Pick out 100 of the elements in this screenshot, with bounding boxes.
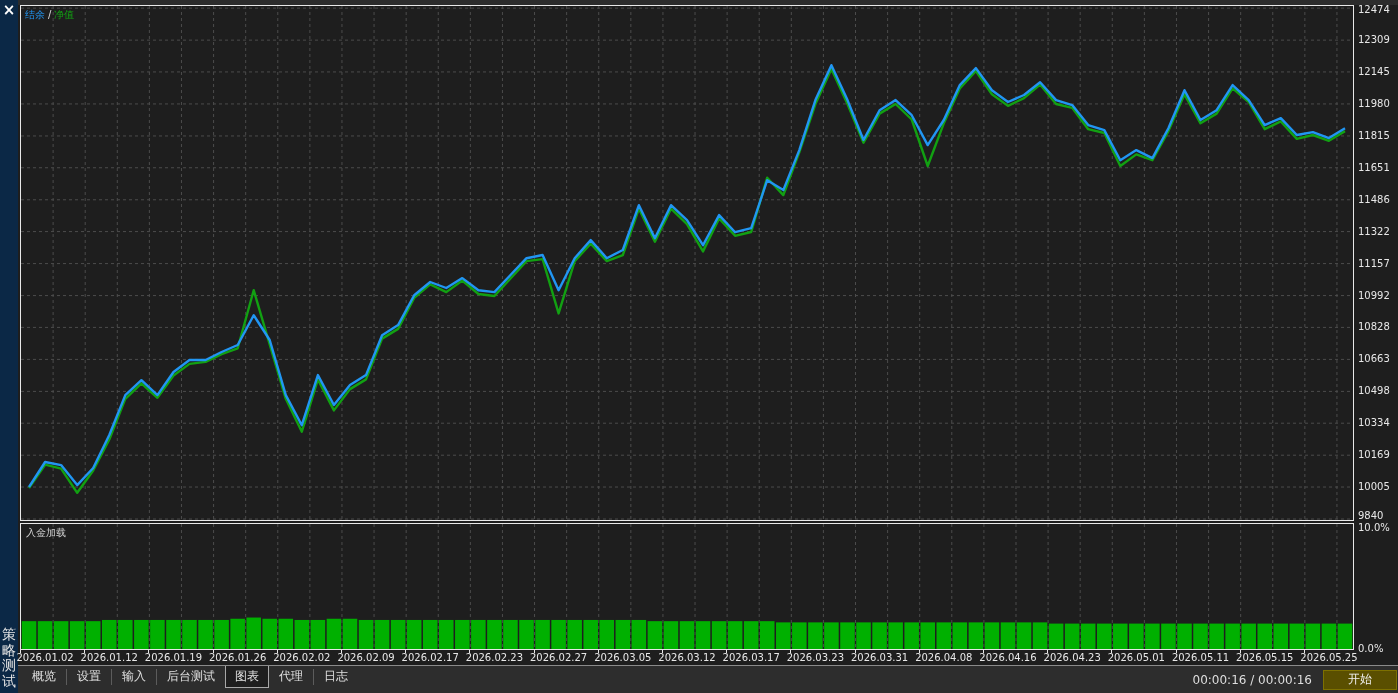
legend-label: 结余 [25,9,45,21]
date-label: 2026.02.09 [337,652,395,664]
date-label: 2026.02.17 [401,652,459,664]
deposit-load-bar [615,619,631,649]
deposit-load-bar [85,621,101,649]
axis-label: 10992 [1358,290,1390,301]
deposit-load-bar [1161,623,1176,649]
deposit-load-bar [182,619,197,649]
deposit-load-bar [53,621,69,649]
axis-label: 11980 [1358,98,1390,109]
close-button[interactable]: × [1,2,17,18]
deposit-load-bar [342,618,358,649]
deposit-load-bar [599,619,615,649]
date-label: 2026.04.23 [1043,652,1101,664]
tab[interactable]: 日志 [314,666,358,688]
axis-label: 11157 [1358,258,1390,269]
deposit-load-bar [1321,623,1337,649]
date-label: 2026.02.02 [273,652,331,664]
date-label: 2026.03.31 [850,652,909,664]
deposit-load-bar [1241,623,1256,649]
deposit-load-bar [1177,623,1192,649]
deposit-load-bar [872,622,887,649]
date-label: 2026.03.05 [594,652,652,664]
axis-label: 10663 [1358,354,1390,365]
date-label: 2026.01.02 [16,652,74,664]
deposit-load-bar [1225,623,1240,649]
deposit-load-bar [631,619,647,649]
deposit-load-bar [198,619,213,649]
deposit-load-bar [1289,623,1305,649]
deposit-load-bar [37,621,53,649]
date-label: 2026.01.26 [209,652,267,664]
deposit-load-bar [567,619,582,649]
deposit-load-bar [278,618,294,649]
axis-label: 9840 [1358,511,1384,521]
deposit-load-bar [888,622,903,649]
tab[interactable]: 代理 [269,666,313,688]
date-label: 2026.05.01 [1107,652,1165,664]
elapsed-time: 00:00:16 / 00:00:16 [1192,672,1312,687]
deposit-load-bar [310,619,326,649]
axis-label: 10.0% [1358,523,1390,533]
deposit-load-bar [711,621,727,649]
deposit-load-bar [150,619,165,649]
date-label: 2026.03.12 [658,652,716,664]
deposit-load-bar [1337,623,1353,649]
deposit-load-bar [1113,623,1128,649]
deposit-load-bar [69,621,85,649]
deposit-load-bar [695,621,711,649]
axis-label: 10169 [1358,450,1390,461]
deposit-load-bar [1129,623,1144,649]
deposit-load-bar [21,621,37,649]
deposit-load-bar [487,619,502,649]
axis-label: 10334 [1358,418,1390,429]
deposit-load-bar [1257,623,1272,649]
date-label: 2026.03.17 [722,652,780,664]
date-label: 2026.04.08 [915,652,973,664]
axis-label: 12145 [1358,66,1390,77]
axis-label: 11322 [1358,226,1390,237]
tab[interactable]: 概览 [22,666,66,688]
tab[interactable]: 后台测试 [157,666,225,688]
deposit-load-bar [551,619,566,649]
deposit-load-bar [647,621,663,649]
date-label: 2026.05.25 [1300,652,1358,664]
deposit-load-bar [1209,623,1224,649]
deposit-load-bar [583,619,598,649]
deposit-load-bar [904,622,919,649]
axis-label: 10828 [1358,322,1390,333]
deposit-load-bar [214,619,229,649]
deposit-load-bar [743,621,759,649]
axis-label: 11651 [1358,162,1390,173]
deposit-load-bar [727,621,743,649]
deposit-load-bar [792,622,807,649]
legend-separator: / [48,9,52,21]
deposit-load-bar [1016,622,1032,649]
tab[interactable]: 图表 [225,666,269,688]
panel-title: 策略测试 [2,627,16,689]
tab[interactable]: 设置 [67,666,111,688]
date-label: 2026.03.23 [786,652,844,664]
deposit-load-bar [455,619,470,649]
deposit-load-bar [390,619,406,649]
date-label: 2026.05.11 [1171,652,1230,664]
deposit-load-bar [920,622,935,649]
deposit-load-bar [294,619,310,649]
deposit-load-bar [679,621,695,649]
deposit-load-bar [439,619,454,649]
start-button[interactable]: 开始 [1323,669,1397,690]
deposit-load-bar [663,621,679,649]
deposit-load-bar [1048,623,1064,649]
deposit-load-bar [856,622,871,649]
deposit-load-bar [808,622,823,649]
date-label: 2026.01.19 [144,652,203,664]
deposit-load-bar [1032,622,1048,649]
deposit-load-bar [759,621,775,649]
date-label: 2026.04.16 [979,652,1037,664]
axis-label: 10005 [1358,482,1390,492]
deposit-load-bar [262,618,277,649]
axis-label: 12309 [1358,35,1390,46]
deposit-load-bar [503,619,518,649]
deposit-load-bar [1064,623,1080,649]
tab[interactable]: 输入 [112,666,156,688]
deposit-load-bar [1273,623,1289,649]
